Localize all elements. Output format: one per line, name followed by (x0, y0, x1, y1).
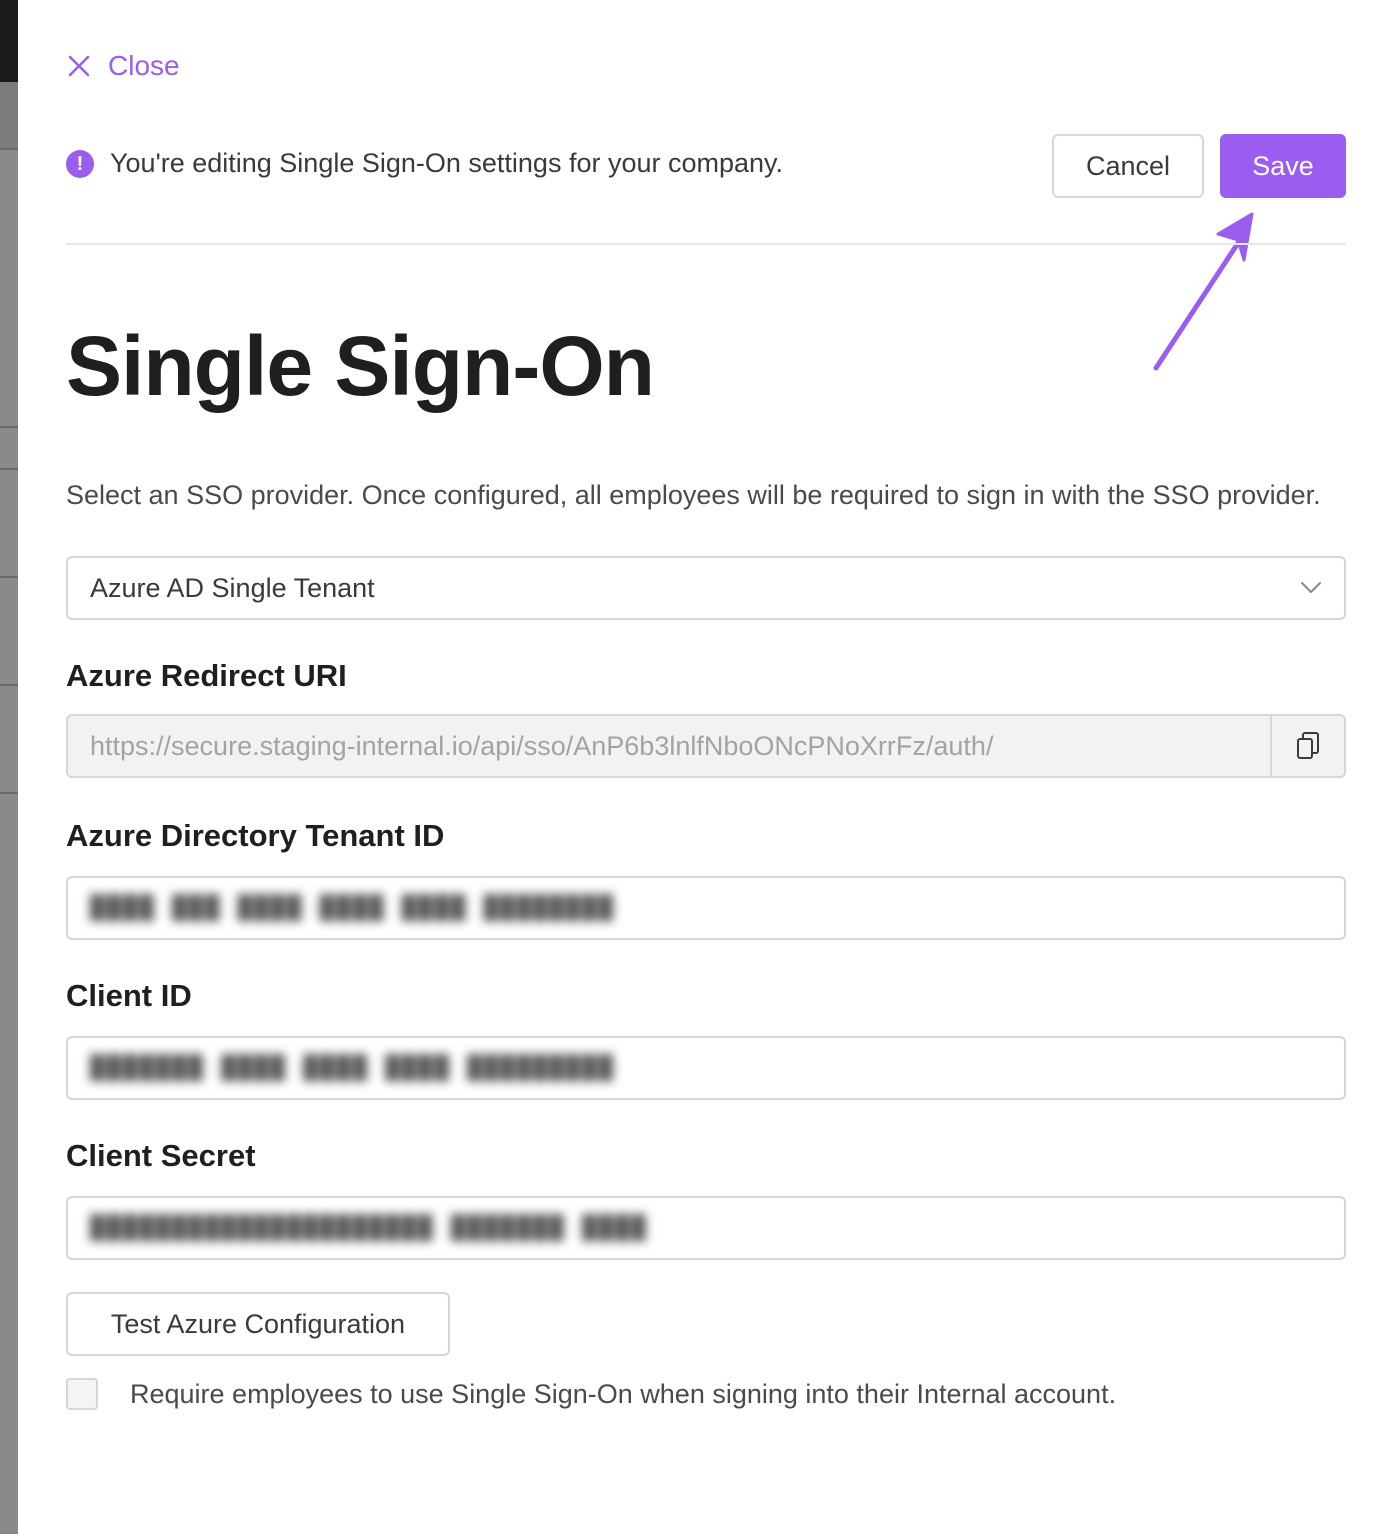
background-top-bar (0, 0, 18, 82)
redacted-value: █████████████████████ ███████ ████ (90, 1214, 648, 1242)
require-sso-row: Require employees to use Single Sign-On … (66, 1378, 1116, 1410)
copy-icon (1297, 732, 1319, 759)
copy-button[interactable] (1270, 716, 1344, 776)
exclamation-icon: ! (66, 149, 94, 178)
redirect-uri-label: Azure Redirect URI (66, 658, 347, 693)
redacted-value: ████ ███ ████ ████ ████ ████████ (90, 894, 615, 922)
cancel-button[interactable]: Cancel (1052, 134, 1204, 198)
chevron-down-icon (1300, 581, 1322, 595)
tenant-id-label: Azure Directory Tenant ID (66, 818, 445, 853)
save-button[interactable]: Save (1220, 134, 1346, 198)
background-band (0, 82, 18, 148)
redacted-value: ███████ ████ ████ ████ █████████ (90, 1054, 615, 1082)
editing-notice-text: You're editing Single Sign-On settings f… (110, 148, 784, 178)
require-sso-label: Require employees to use Single Sign-On … (130, 1378, 1117, 1409)
client-secret-label: Client Secret (66, 1138, 256, 1173)
close-label: Close (108, 50, 180, 81)
background-divider (0, 468, 18, 470)
redirect-uri-value: https://secure.staging-internal.io/api/s… (90, 730, 994, 761)
editing-notice: ! You're editing Single Sign-On settings… (66, 148, 783, 179)
close-icon (66, 53, 92, 79)
tenant-id-field[interactable]: ████ ███ ████ ████ ████ ████████ (66, 876, 1346, 940)
page-title: Single Sign-On (66, 319, 655, 413)
close-button[interactable]: Close (66, 50, 180, 82)
client-id-field[interactable]: ███████ ████ ████ ████ █████████ (66, 1036, 1346, 1100)
sso-provider-select[interactable]: Azure AD Single Tenant (66, 556, 1346, 620)
background-divider (0, 684, 18, 686)
background-page (0, 0, 18, 1534)
redirect-uri-field[interactable]: https://secure.staging-internal.io/api/s… (66, 714, 1346, 778)
client-secret-field[interactable]: █████████████████████ ███████ ████ (66, 1196, 1346, 1260)
background-divider (0, 426, 18, 428)
test-configuration-button[interactable]: Test Azure Configuration (66, 1292, 450, 1356)
header-divider (66, 243, 1346, 245)
sso-settings-panel: Close ! You're editing Single Sign-On se… (18, 0, 1378, 1534)
background-divider (0, 792, 18, 794)
sso-provider-value: Azure AD Single Tenant (90, 572, 375, 603)
require-sso-checkbox[interactable] (66, 1378, 98, 1410)
client-id-label: Client ID (66, 978, 192, 1013)
annotation-arrow-icon (1153, 212, 1254, 371)
page-description: Select an SSO provider. Once configured,… (66, 480, 1321, 510)
background-divider (0, 148, 18, 150)
background-divider (0, 576, 18, 578)
